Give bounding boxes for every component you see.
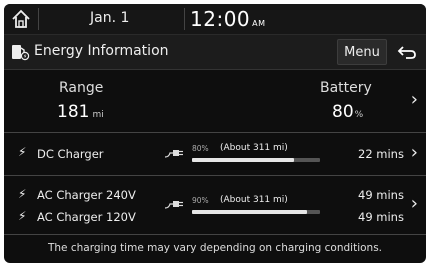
- status-divider: [184, 8, 185, 30]
- title-bar: Energy Information Menu: [4, 35, 426, 70]
- dc-estimated-range: (About 311 mi): [220, 143, 288, 153]
- chevron-right-icon: ›: [410, 89, 418, 110]
- battery-label: Battery: [320, 80, 372, 96]
- status-ampm: AM: [252, 19, 266, 28]
- status-divider: [38, 8, 39, 30]
- ac-240-charge-time: 49 mins: [358, 188, 404, 202]
- ac-120-charge-time: 49 mins: [358, 210, 404, 224]
- chevron-right-icon: ›: [410, 193, 418, 214]
- range-label: Range: [59, 80, 104, 96]
- ac-estimated-range: (About 311 mi): [220, 195, 288, 205]
- lightning-bolt-icon: ⚡︎: [18, 145, 27, 159]
- back-button[interactable]: [392, 39, 422, 65]
- dc-target-bar-fill: [192, 158, 295, 162]
- dc-target-bar: [192, 158, 320, 162]
- dc-charger-row[interactable]: ⚡︎ DC Charger 80% (About 311 mi) 22 mins…: [4, 133, 426, 176]
- ev-fuel-icon: [12, 45, 30, 61]
- ac-target-bar-fill: [192, 210, 308, 214]
- back-arrow-icon: [397, 46, 416, 59]
- status-bar: Jan. 1 12:00 AM: [4, 4, 426, 35]
- page-title: Energy Information: [34, 43, 169, 59]
- dc-target-percent: 80%: [192, 144, 209, 153]
- battery-unit: %: [354, 110, 364, 120]
- range-unit: mi: [92, 110, 104, 120]
- ac-charger-row[interactable]: ⚡︎ AC Charger 240V ⚡︎ AC Charger 120V 90…: [4, 176, 426, 235]
- lightning-bolt-icon: ⚡︎: [18, 209, 27, 223]
- energy-info-screen: Jan. 1 12:00 AM Energy Information Menu R…: [4, 4, 426, 263]
- range-value: 181 mi: [57, 102, 104, 122]
- dc-charge-time: 22 mins: [358, 147, 404, 161]
- range-battery-row[interactable]: Range 181 mi Battery 80% ›: [4, 70, 426, 133]
- charging-note: The charging time may vary depending on …: [47, 242, 383, 254]
- home-button[interactable]: [10, 8, 32, 30]
- status-time: 12:00: [190, 7, 251, 31]
- status-date: Jan. 1: [90, 10, 130, 26]
- menu-button[interactable]: Menu: [337, 39, 387, 65]
- charging-plug-icon: [164, 150, 183, 158]
- lightning-bolt-icon: ⚡︎: [18, 187, 27, 201]
- ac-target-bar: [192, 210, 320, 214]
- dc-charger-label: DC Charger: [37, 147, 104, 161]
- chevron-right-icon: ›: [410, 142, 418, 163]
- battery-value: 80%: [332, 102, 363, 122]
- range-number: 181: [57, 102, 90, 122]
- ac-target-percent: 90%: [192, 196, 209, 205]
- battery-number: 80: [332, 102, 354, 122]
- ac-120-label: AC Charger 120V: [37, 210, 136, 224]
- charging-plug-icon: [164, 201, 183, 209]
- home-icon: [12, 9, 30, 28]
- ac-240-label: AC Charger 240V: [37, 188, 136, 202]
- status-clock: 12:00 AM: [190, 7, 266, 31]
